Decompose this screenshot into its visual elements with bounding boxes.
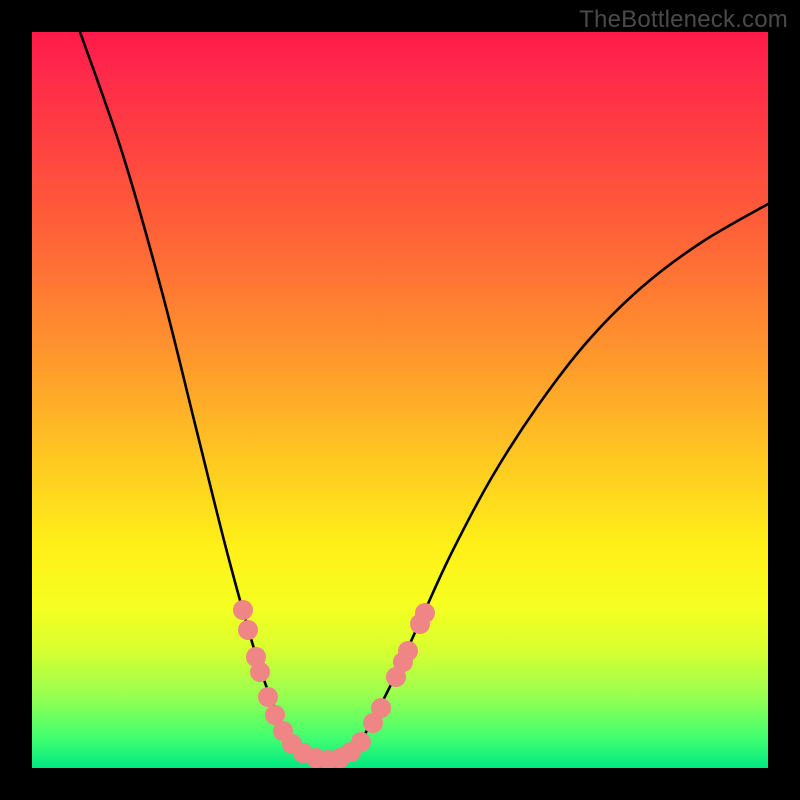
data-dot <box>250 662 270 682</box>
data-dot <box>415 603 435 623</box>
data-dot <box>351 732 371 752</box>
curve-dots <box>233 600 435 768</box>
curve-svg <box>32 32 768 768</box>
data-dot <box>233 600 253 620</box>
data-dot <box>371 698 391 718</box>
curve-path <box>80 32 768 760</box>
data-dot <box>258 687 278 707</box>
data-dot <box>398 641 418 661</box>
chart-frame: TheBottleneck.com <box>0 0 800 800</box>
watermark-text: TheBottleneck.com <box>579 6 788 34</box>
data-dot <box>238 620 258 640</box>
plot-area <box>32 32 768 768</box>
